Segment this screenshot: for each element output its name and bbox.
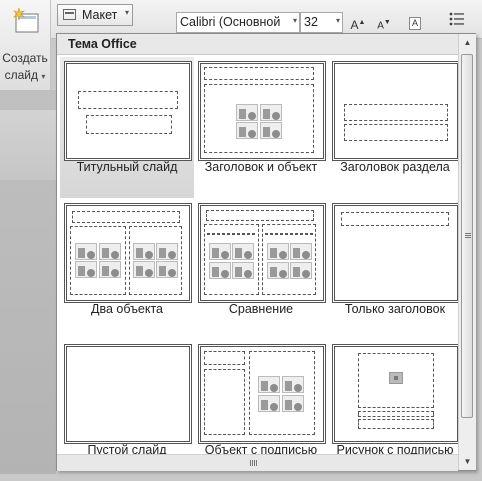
- scroll-down-icon[interactable]: ▼: [459, 453, 476, 470]
- insert-smartart-icon: [290, 262, 312, 279]
- layout-title-only[interactable]: Только заголовок: [328, 199, 462, 340]
- insert-media-icon: [99, 243, 121, 260]
- font-size-value: 32: [304, 15, 318, 29]
- layout-caption: Сравнение: [228, 302, 294, 316]
- layout-two-content[interactable]: Два объекта: [60, 199, 194, 340]
- new-slide-button[interactable]: Создать слайд ▾: [0, 0, 51, 90]
- insert-smartart-icon: [156, 261, 178, 278]
- insert-chart-icon: [75, 243, 97, 260]
- slides-pane: [0, 90, 56, 474]
- chevron-down-icon: ▾: [125, 8, 130, 17]
- placeholder-title: [204, 67, 314, 80]
- layout-caption: Только заголовок: [344, 302, 446, 316]
- insert-chart-icon: [258, 376, 280, 393]
- bullets-button[interactable]: ▾: [446, 12, 468, 49]
- layout-icon: [63, 9, 76, 20]
- placeholder-title: [72, 211, 180, 223]
- chevron-down-icon: ▾: [41, 72, 46, 81]
- placeholder-subtitle: [86, 115, 172, 134]
- insert-smartart-icon: [232, 262, 254, 279]
- insert-chart-icon: [236, 104, 258, 121]
- chevron-down-icon: ▾: [292, 16, 297, 25]
- layout-thumbnail: [198, 61, 326, 161]
- placeholder-text: [204, 369, 245, 435]
- layout-button[interactable]: Макет ▾: [57, 4, 133, 26]
- insert-smartart-icon: [282, 395, 304, 412]
- placeholder-title: [204, 351, 245, 365]
- new-slide-label-1: Создать: [2, 51, 48, 65]
- insert-chart-icon: [209, 243, 231, 260]
- insert-table-icon: [209, 262, 231, 279]
- placeholder-text: [344, 124, 448, 141]
- insert-table-icon: [75, 261, 97, 278]
- scroll-up-icon[interactable]: ▲: [459, 34, 476, 51]
- shrink-font-icon: A: [377, 20, 384, 32]
- layout-title-and-content[interactable]: Заголовок и объект: [194, 57, 328, 198]
- insert-media-icon: [156, 243, 178, 260]
- placeholder-content: [204, 84, 314, 153]
- grow-font-icon: A: [350, 18, 359, 32]
- layout-comparison[interactable]: Сравнение: [194, 199, 328, 340]
- layout-gallery: Тема Office Титульный слайд Заголовок и …: [56, 33, 476, 471]
- gallery-title: Тема Office: [68, 37, 137, 51]
- clear-formatting-icon: A: [408, 17, 421, 30]
- layout-caption: Титульный слайд: [76, 160, 178, 174]
- clear-formatting-button[interactable]: A: [404, 12, 426, 33]
- layout-thumbnail: [332, 203, 460, 303]
- layout-thumbnail: [332, 61, 460, 161]
- gallery-resize-handle[interactable]: [57, 454, 458, 471]
- heading-right: [265, 233, 313, 235]
- grip-icon: [250, 460, 258, 466]
- placeholder-title: [341, 212, 449, 226]
- placeholder-title: [344, 104, 448, 121]
- scrollbar-thumb[interactable]: [461, 54, 473, 418]
- insert-smartart-icon: [260, 122, 282, 139]
- layout-thumbnail: [198, 344, 326, 444]
- grow-font-button[interactable]: A▲: [347, 12, 369, 33]
- layout-title-slide[interactable]: Титульный слайд: [60, 57, 194, 198]
- placeholder-title: [78, 91, 178, 109]
- new-slide-label-2: слайд: [4, 68, 39, 82]
- insert-media-icon: [232, 243, 254, 260]
- layout-thumbnail: [332, 344, 460, 444]
- layout-thumbnail: [64, 203, 192, 303]
- layout-thumbnail: [64, 61, 192, 161]
- layout-button-label: Макет: [82, 8, 118, 22]
- insert-media-icon: [290, 243, 312, 260]
- heading-left: [207, 233, 255, 235]
- insert-media-icon: [282, 376, 304, 393]
- font-name-value: Calibri (Основной: [180, 15, 281, 29]
- gallery-vertical-scrollbar[interactable]: ▲ ▼: [458, 34, 476, 470]
- layout-thumbnail: [198, 203, 326, 303]
- placeholder-content: [249, 351, 315, 435]
- insert-table-icon: [133, 261, 155, 278]
- gallery-header: Тема Office: [57, 34, 458, 55]
- grip-icon: [465, 233, 471, 239]
- insert-chart-icon: [133, 243, 155, 260]
- shrink-font-button[interactable]: A▼: [373, 12, 395, 33]
- insert-picture-icon: [389, 372, 403, 384]
- layout-section-header[interactable]: Заголовок раздела: [328, 57, 462, 198]
- insert-smartart-icon: [99, 261, 121, 278]
- insert-table-icon: [267, 262, 289, 279]
- insert-table-icon: [258, 395, 280, 412]
- list-icon: [449, 12, 464, 26]
- placeholder-text: [358, 419, 434, 429]
- layout-thumbnail: [64, 344, 192, 444]
- chevron-down-icon: ▾: [335, 16, 340, 25]
- insert-table-icon: [236, 122, 258, 139]
- new-slide-icon: [13, 7, 39, 33]
- layout-caption: Заголовок и объект: [204, 160, 318, 174]
- font-size-combobox[interactable]: 32 ▾: [300, 12, 343, 33]
- placeholder-title: [206, 210, 314, 221]
- slides-pane-band: [0, 110, 56, 180]
- layout-caption: Заголовок раздела: [340, 160, 450, 174]
- insert-chart-icon: [267, 243, 289, 260]
- layout-caption: Два объекта: [91, 302, 163, 316]
- font-name-combobox[interactable]: Calibri (Основной ▾: [176, 12, 300, 33]
- insert-media-icon: [260, 104, 282, 121]
- placeholder-title: [358, 411, 434, 417]
